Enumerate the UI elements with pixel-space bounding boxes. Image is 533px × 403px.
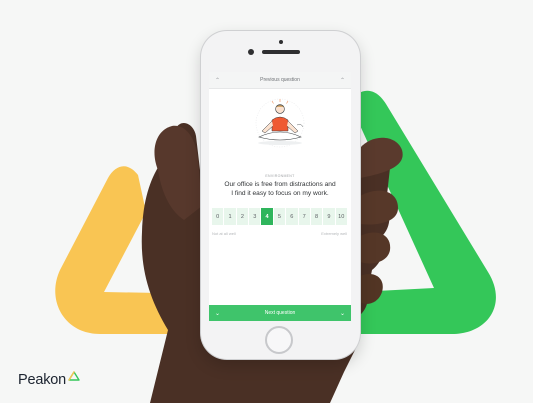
rating-option-10[interactable]: 10 — [336, 208, 347, 225]
rating-scale: 0 1 2 3 4 5 6 7 8 9 10 — [212, 208, 347, 225]
finger-3-shape — [360, 232, 391, 264]
rating-option-3[interactable]: 3 — [249, 208, 262, 225]
peakon-logo: Peakon — [18, 371, 80, 388]
rating-option-7[interactable]: 7 — [299, 208, 311, 225]
logo-wordmark: Peakon — [18, 372, 66, 388]
next-question-button[interactable]: ⌄ Next question ⌄ — [209, 305, 351, 321]
phone-screen: ⌃ Previous question ⌃ ENVIRONMENT Our of… — [209, 72, 351, 321]
meditating-person-illustration — [255, 98, 305, 148]
home-button[interactable] — [265, 326, 293, 354]
rating-option-8[interactable]: 8 — [311, 208, 324, 225]
next-question-label: Next question — [264, 310, 296, 316]
chevron-down-icon: ⌄ — [339, 310, 345, 317]
chevron-down-icon: ⌄ — [215, 310, 221, 317]
chevron-up-icon: ⌃ — [339, 77, 345, 84]
rating-option-6[interactable]: 6 — [286, 208, 299, 225]
rating-option-1[interactable]: 1 — [224, 208, 237, 225]
question-text: Our office is free from distractions and… — [217, 180, 343, 198]
finger-2-shape — [360, 190, 398, 225]
phone-device: ⌃ Previous question ⌃ ENVIRONMENT Our of… — [201, 31, 360, 359]
question-line-1: Our office is free from distractions and — [224, 181, 336, 188]
rating-option-2[interactable]: 2 — [237, 208, 250, 225]
rating-option-0[interactable]: 0 — [212, 208, 225, 225]
front-camera — [279, 40, 283, 44]
camera-sensor — [248, 49, 254, 55]
rating-option-5[interactable]: 5 — [274, 208, 287, 225]
phone-speaker — [262, 50, 300, 54]
scale-high-label: Extremely well — [321, 231, 347, 236]
finger-1-shape — [360, 137, 403, 178]
chevron-up-icon: ⌃ — [215, 77, 221, 84]
rating-option-4[interactable]: 4 — [261, 208, 274, 225]
triangle-logo-icon — [68, 371, 80, 381]
question-line-2: I find it easy to focus on my work. — [231, 190, 329, 197]
rating-option-9[interactable]: 9 — [323, 208, 336, 225]
scale-low-label: Not at all well — [212, 231, 236, 236]
finger-4-shape — [360, 273, 383, 304]
question-category: ENVIRONMENT — [265, 174, 295, 178]
previous-question-bar[interactable]: ⌃ Previous question ⌃ — [209, 72, 351, 89]
previous-question-label: Previous question — [260, 77, 300, 83]
